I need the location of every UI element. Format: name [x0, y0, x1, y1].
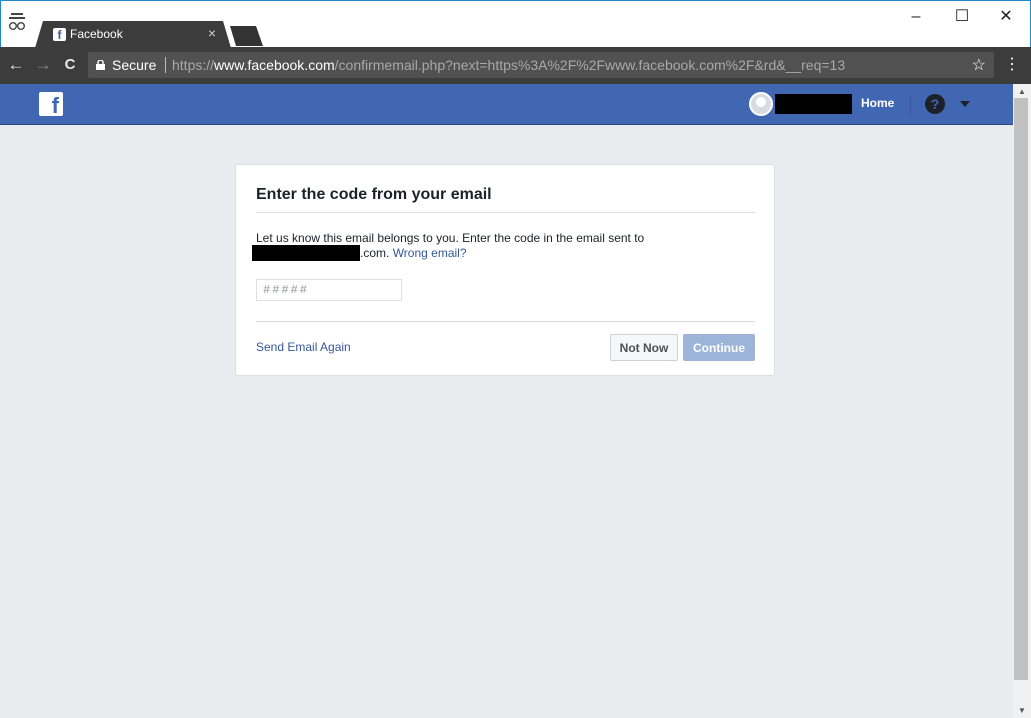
- not-now-button[interactable]: Not Now: [610, 334, 678, 361]
- header-divider: [910, 96, 911, 114]
- scroll-down-arrow-icon[interactable]: ▼: [1018, 706, 1026, 715]
- avatar[interactable]: [749, 92, 773, 116]
- confirm-email-card: Enter the code from your email Let us kn…: [235, 164, 775, 376]
- help-icon[interactable]: ?: [925, 94, 945, 114]
- facebook-favicon-icon: f: [53, 28, 66, 42]
- new-tab-button[interactable]: [230, 26, 263, 46]
- continue-button[interactable]: Continue: [683, 334, 755, 361]
- tab-facebook[interactable]: f Facebook ×: [35, 21, 231, 48]
- address-separator: [165, 57, 166, 73]
- secure-label: Secure: [112, 57, 157, 73]
- facebook-logo-icon[interactable]: f: [39, 92, 63, 116]
- account-menu-caret-icon[interactable]: [960, 101, 970, 107]
- card-divider-top: [256, 212, 755, 213]
- url-scheme: https://: [172, 57, 215, 73]
- card-divider-bottom: [256, 321, 755, 322]
- tab-close-icon[interactable]: ×: [205, 26, 219, 40]
- scrollbar-thumb[interactable]: [1014, 98, 1028, 680]
- card-title: Enter the code from your email: [256, 186, 492, 203]
- email-suffix: .com.: [360, 246, 390, 260]
- forward-button[interactable]: →: [33, 55, 53, 75]
- maximize-button[interactable]: ☐: [947, 5, 977, 29]
- facebook-header: f Home ?: [0, 84, 1013, 125]
- url-path: /confirmemail.php?next=https%3A%2F%2Fwww…: [334, 57, 846, 73]
- browser-titlebar: f Facebook × – ☐ ✕: [0, 0, 1031, 48]
- tab-title: Facebook: [70, 27, 123, 41]
- incognito-icon: [9, 13, 25, 30]
- page-scrollbar[interactable]: ▲ ▼: [1013, 84, 1031, 718]
- browser-menu-icon[interactable]: ⋮: [1004, 55, 1020, 75]
- reload-button[interactable]: C: [60, 55, 80, 75]
- address-bar[interactable]: Secure https://www.facebook.com/confirme…: [88, 52, 994, 78]
- minimize-button[interactable]: –: [901, 5, 931, 29]
- bookmark-star-icon[interactable]: ☆: [972, 55, 986, 75]
- back-button[interactable]: ←: [6, 55, 26, 75]
- close-window-button[interactable]: ✕: [991, 5, 1021, 29]
- redacted-profile-name[interactable]: [775, 94, 852, 114]
- redacted-email: [252, 245, 360, 261]
- url-text[interactable]: https://www.facebook.com/confirmemail.ph…: [172, 57, 845, 73]
- lock-icon: [96, 60, 105, 70]
- instruction-text: Let us know this email belongs to you. E…: [256, 231, 645, 245]
- confirmation-code-input[interactable]: [256, 279, 402, 301]
- send-email-again-link[interactable]: Send Email Again: [256, 340, 351, 354]
- scroll-up-arrow-icon[interactable]: ▲: [1018, 87, 1026, 96]
- url-host: www.facebook.com: [214, 57, 335, 73]
- home-link[interactable]: Home: [861, 96, 894, 110]
- email-line: .com. Wrong email?: [252, 245, 467, 261]
- wrong-email-link[interactable]: Wrong email?: [393, 246, 467, 260]
- browser-toolbar: ← → C Secure https://www.facebook.com/co…: [0, 47, 1031, 84]
